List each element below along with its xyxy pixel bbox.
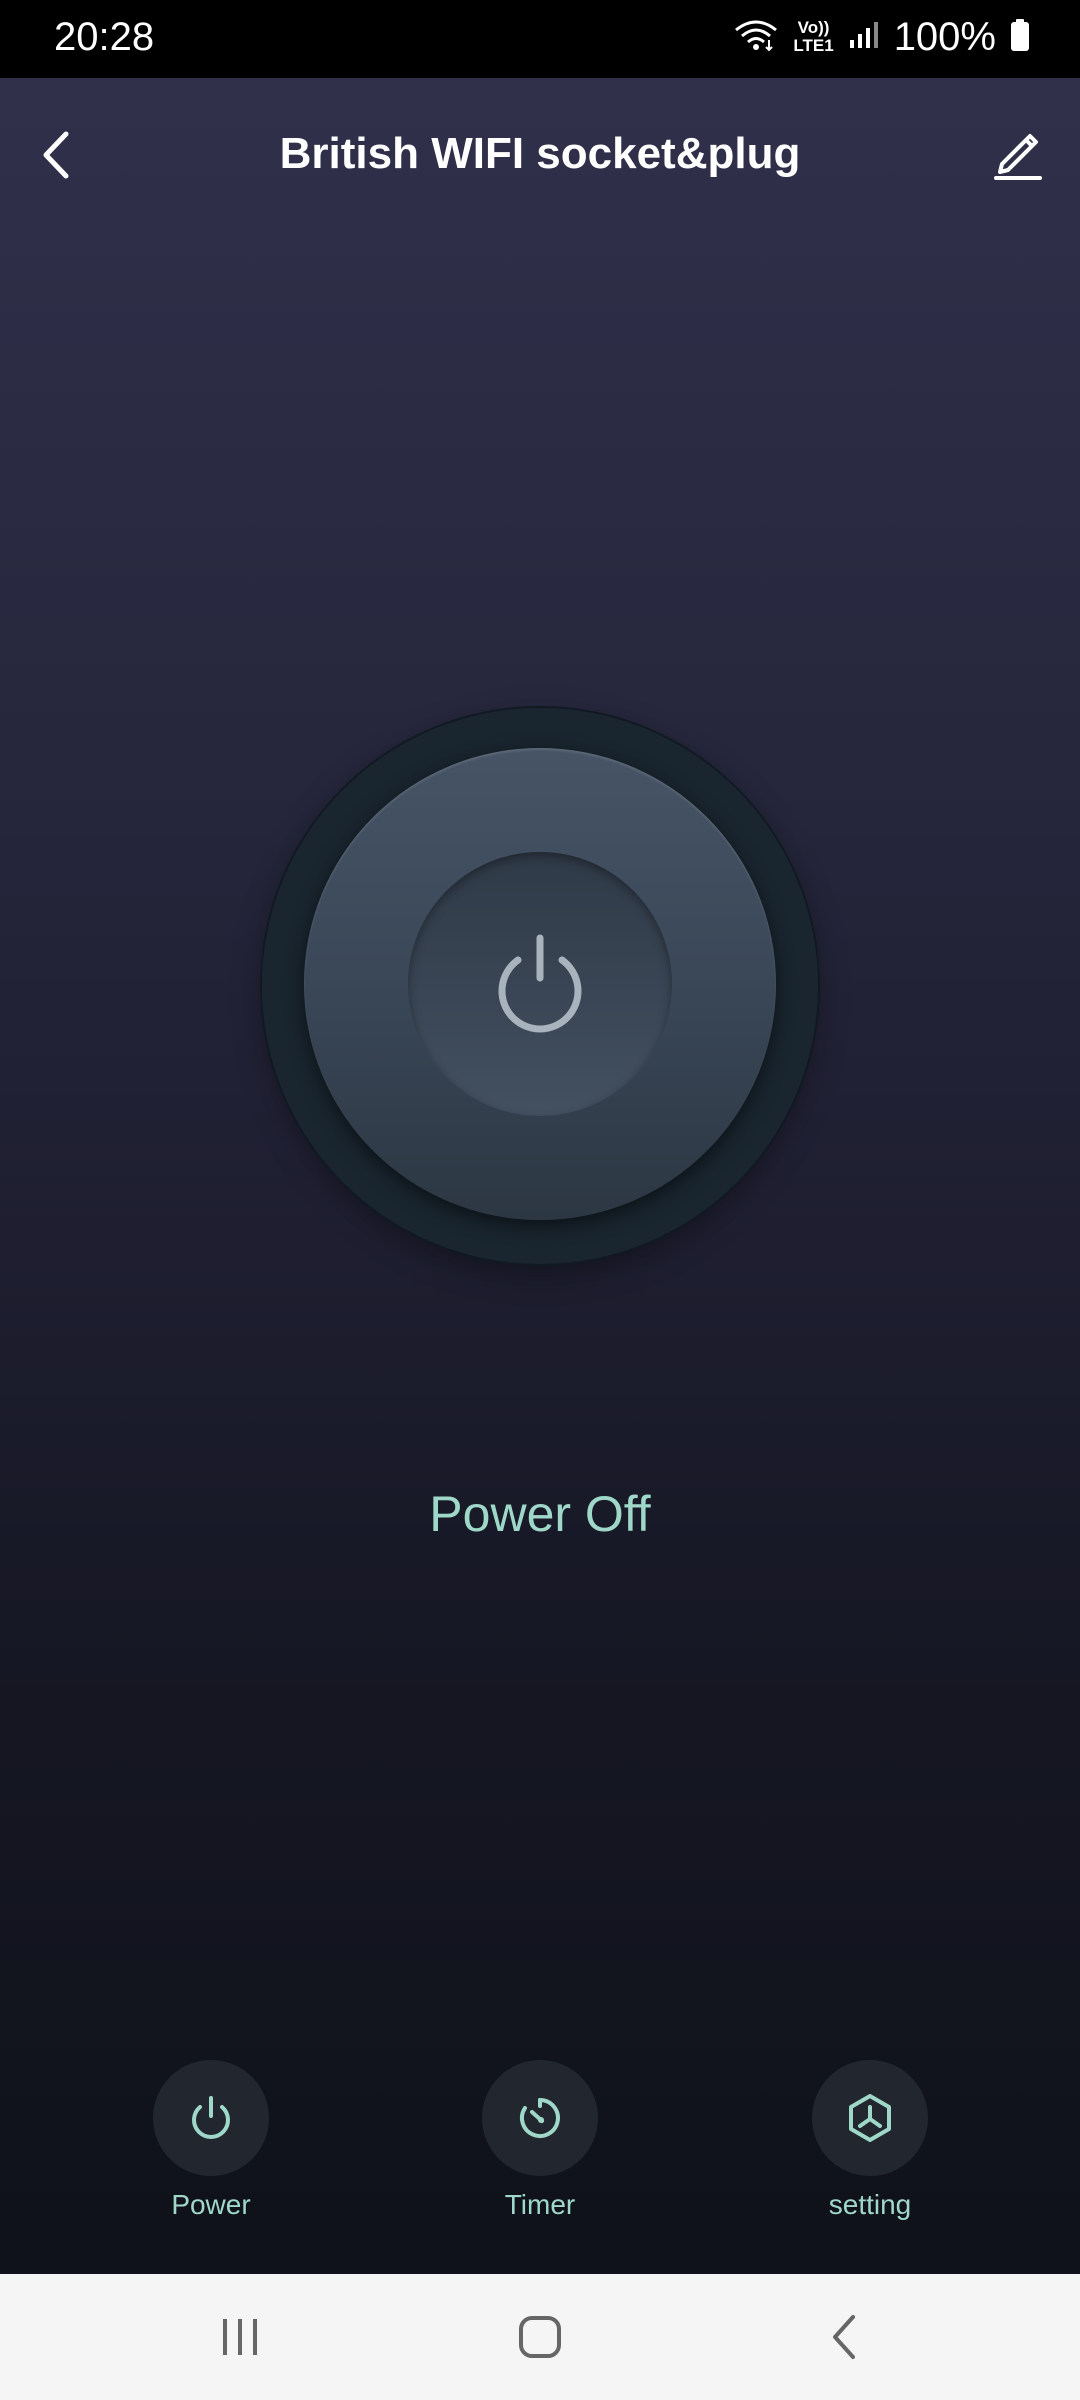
battery-percent: 100% bbox=[893, 15, 996, 59]
edit-button[interactable] bbox=[982, 118, 1052, 188]
timer-action-label: Timer bbox=[504, 2189, 576, 2220]
app-screen: British WIFI socket&plug Power Off Power… bbox=[0, 78, 1080, 2274]
status-bar: 20:28 Vo)) LTE1 100% bbox=[0, 0, 1080, 78]
settings-cube-icon bbox=[849, 2094, 891, 2142]
home-icon bbox=[519, 2316, 561, 2358]
signal-icon bbox=[848, 20, 880, 55]
bottom-actions: Power Timer setting bbox=[0, 2060, 1080, 2260]
back-icon bbox=[833, 2315, 855, 2359]
setting-action-button[interactable]: setting bbox=[780, 2060, 960, 2222]
battery-icon bbox=[1010, 18, 1030, 57]
power-action-button[interactable]: Power bbox=[121, 2060, 301, 2222]
nav-back-button[interactable] bbox=[810, 2307, 880, 2367]
status-indicators: Vo)) LTE1 100% bbox=[733, 12, 1030, 62]
timer-action-circle bbox=[482, 2060, 598, 2176]
setting-action-label: setting bbox=[828, 2189, 912, 2220]
power-action-circle bbox=[153, 2060, 269, 2176]
status-time: 20:28 bbox=[54, 15, 155, 59]
power-dial-ring bbox=[304, 748, 776, 1220]
system-nav-bar bbox=[0, 2274, 1080, 2400]
setting-action-circle bbox=[812, 2060, 928, 2176]
power-dial bbox=[262, 708, 818, 1264]
top-bar: British WIFI socket&plug bbox=[0, 78, 1080, 228]
timer-action-button[interactable]: Timer bbox=[450, 2060, 630, 2222]
power-status-text: Power Off bbox=[429, 1486, 651, 1542]
timer-icon bbox=[519, 2098, 560, 2138]
recent-apps-icon bbox=[223, 2319, 257, 2355]
main-power-button[interactable] bbox=[408, 852, 672, 1116]
power-action-label: Power bbox=[171, 2189, 251, 2220]
wifi-icon bbox=[733, 18, 779, 57]
power-icon bbox=[192, 2096, 230, 2139]
pencil-icon bbox=[994, 134, 1042, 180]
recent-apps-button[interactable] bbox=[205, 2307, 275, 2367]
home-button[interactable] bbox=[505, 2307, 575, 2367]
power-icon bbox=[498, 934, 582, 1033]
page-title: British WIFI socket&plug bbox=[279, 129, 801, 178]
network-label: Vo)) LTE1 bbox=[793, 18, 834, 55]
